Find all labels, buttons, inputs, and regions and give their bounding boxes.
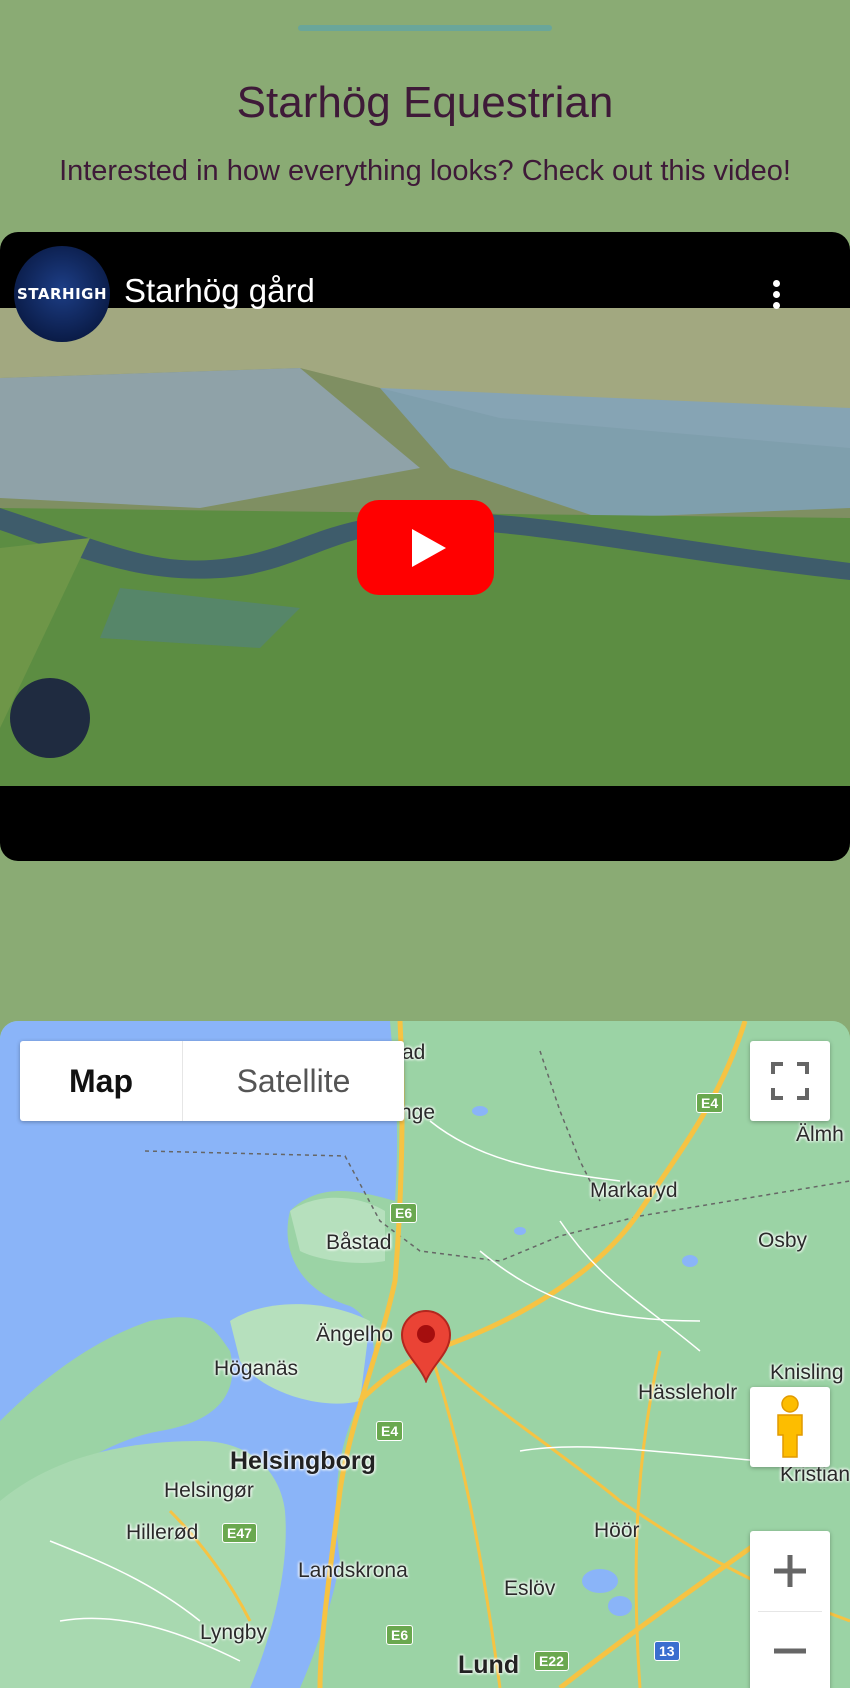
channel-avatar[interactable]: STARHIGH (14, 246, 110, 342)
map-place-label: Höör (594, 1519, 640, 1542)
play-icon (411, 528, 446, 567)
google-map[interactable]: ad nge Markaryd Älmh Båstad Osby Ängelho… (0, 1021, 850, 1688)
map-place-label: Hässleholr (638, 1381, 738, 1404)
top-accent-bar (298, 25, 552, 31)
road-shield: E6 (386, 1625, 414, 1645)
map-place-label: Älmh (796, 1123, 844, 1146)
map-place-label: Båstad (326, 1231, 392, 1254)
map-place-label: Knisling (770, 1361, 844, 1384)
map-type-control: Map Satellite (20, 1041, 404, 1121)
zoom-out-button[interactable] (750, 1612, 830, 1688)
road-shield: E6 (390, 1203, 418, 1223)
map-place-label: Helsingborg (230, 1447, 376, 1475)
zoom-in-icon (774, 1554, 806, 1587)
map-place-label: Lyngby (200, 1621, 267, 1644)
page-title: Starhög Equestrian (236, 78, 614, 127)
zoom-control (750, 1531, 830, 1688)
video-title[interactable]: Starhög gård (124, 272, 315, 310)
map-place-label: Osby (758, 1229, 808, 1252)
map-place-label: ad (402, 1041, 426, 1064)
map-type-map-button[interactable]: Map (20, 1041, 183, 1121)
map-place-label: nge (400, 1101, 436, 1124)
youtube-video-embed[interactable]: STARHIGH Starhög gård (0, 232, 850, 861)
fullscreen-button[interactable] (750, 1041, 830, 1121)
zoom-out-icon (774, 1648, 806, 1654)
road-shield: E4 (376, 1421, 404, 1441)
location-marker-icon[interactable] (400, 1309, 452, 1383)
street-view-button[interactable] (750, 1387, 830, 1467)
more-vert-icon[interactable] (766, 278, 786, 318)
map-place-label: Lund (458, 1651, 520, 1679)
play-button[interactable] (357, 500, 494, 595)
map-place-label: Hillerød (126, 1521, 199, 1544)
road-shield: E47 (222, 1523, 257, 1543)
map-place-label: Ängelho (316, 1323, 394, 1346)
fullscreen-icon (771, 1062, 809, 1100)
zoom-in-button[interactable] (750, 1531, 830, 1611)
pegman-icon (777, 1395, 803, 1458)
map-place-label: Landskrona (298, 1559, 408, 1582)
road-shield: E22 (534, 1651, 569, 1671)
road-shield: 13 (654, 1641, 680, 1661)
map-place-label: Helsingør (164, 1479, 254, 1502)
map-place-label: Höganäs (214, 1357, 299, 1380)
map-place-label: Eslöv (504, 1577, 556, 1600)
map-place-label: Markaryd (590, 1179, 678, 1202)
road-shield: E4 (696, 1093, 724, 1113)
map-type-satellite-button[interactable]: Satellite (183, 1041, 404, 1121)
page-subtitle: Interested in how everything looks? Chec… (59, 155, 791, 187)
